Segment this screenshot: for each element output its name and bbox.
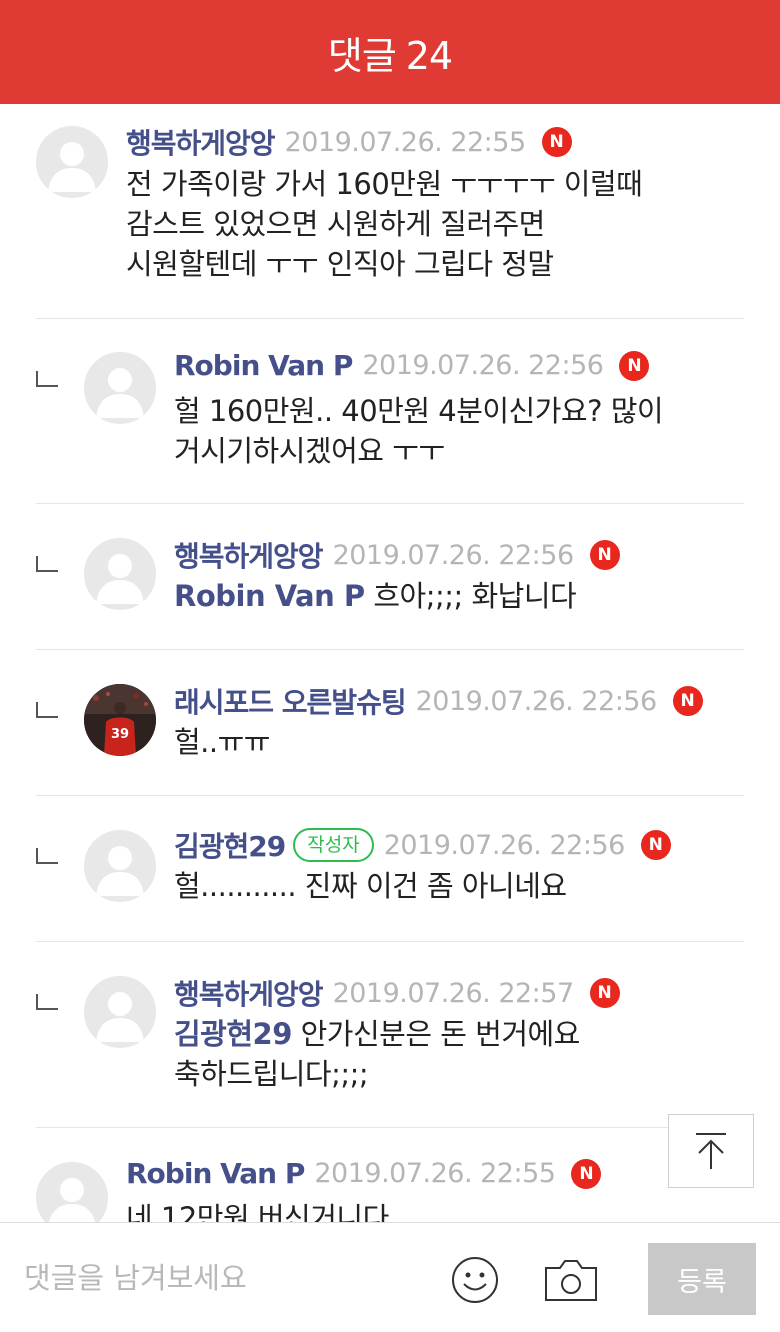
comment-text: Robin Van P 흐아;;;; 화납니다 <box>174 576 577 616</box>
comment-date: 2019.07.26. 22:55 <box>284 126 527 158</box>
emoji-button[interactable] <box>450 1255 500 1305</box>
comment-date: 2019.07.26. 22:55 <box>314 1158 556 1189</box>
reply-item: 행복하게앙앙 2019.07.26. 22:56 N Robin Van P 흐… <box>36 504 744 650</box>
default-avatar-icon <box>84 538 156 610</box>
avatar[interactable]: 39 <box>84 684 156 756</box>
comment-line: 헐 160만원.. 40만원 4분이신가요? 많이 <box>174 394 664 428</box>
comment-meta: 행복하게앙앙 2019.07.26. 22:56 N <box>174 535 620 575</box>
comment-author[interactable]: 래시포드 오른발슈팅 <box>174 681 407 721</box>
comment-date: 2019.07.26. 22:57 <box>332 977 575 1009</box>
comment-author[interactable]: 행복하게앙앙 <box>174 973 324 1013</box>
submit-button[interactable]: 등록 <box>648 1243 756 1315</box>
avatar[interactable] <box>84 538 156 610</box>
header-bar: 댓글 24 <box>0 0 780 104</box>
default-avatar-icon <box>36 126 108 198</box>
comment-date: 2019.07.26. 22:56 <box>415 685 658 717</box>
smiley-icon <box>452 1257 498 1303</box>
comment-date: 2019.07.26. 22:56 <box>383 829 626 861</box>
new-badge: N <box>541 127 572 157</box>
comment-item: Robin Van P 2019.07.26. 22:55 N 네 12만원 버… <box>36 1128 744 1222</box>
comment-author[interactable]: Robin Van P <box>126 1157 305 1190</box>
comment-author[interactable]: 김광현29 <box>174 825 286 865</box>
comment-line: 네 12만원 버신거니다 <box>126 1201 389 1222</box>
comment-line: 축하드립니다;;;; <box>174 1057 369 1091</box>
comment-text: 헐..ㅠㅠ <box>174 722 270 762</box>
comment-meta: 행복하게앙앙 2019.07.26. 22:57 N <box>174 973 620 1013</box>
comment-text: 헐 160만원.. 40만원 4분이신가요? 많이 거시기하시겠어요 ㅜㅜ <box>174 391 664 471</box>
comment-date: 2019.07.26. 22:56 <box>362 350 604 381</box>
comment-line: 전 가족이랑 가서 160만원 ㅜㅜㅜㅜ 이럴때 <box>126 167 643 201</box>
comment-author[interactable]: 행복하게앙앙 <box>126 122 276 162</box>
new-badge: N <box>640 830 671 860</box>
comment-author[interactable]: 행복하게앙앙 <box>174 535 324 575</box>
new-badge: N <box>672 686 703 716</box>
default-avatar-icon <box>36 1162 108 1222</box>
avatar[interactable] <box>36 1162 108 1222</box>
comment-input[interactable] <box>24 1253 424 1303</box>
reply-indicator-icon <box>36 994 58 1010</box>
new-badge: N <box>589 978 620 1008</box>
camera-button[interactable] <box>543 1256 599 1304</box>
comment-meta: 김광현29 작성자 2019.07.26. 22:56 N <box>174 825 671 865</box>
comment-line: 감스트 있었으면 시원하게 질러주면 <box>126 207 545 241</box>
comment-meta: 행복하게앙앙 2019.07.26. 22:55 N <box>126 122 572 162</box>
avatar[interactable] <box>84 352 156 424</box>
author-badge: 작성자 <box>293 828 374 862</box>
page-title: 댓글 24 <box>327 25 453 80</box>
new-badge: N <box>619 350 650 381</box>
reply-item: Robin Van P 2019.07.26. 22:56 N 헐 160만원.… <box>36 319 744 504</box>
new-badge: N <box>571 1158 602 1189</box>
reply-indicator-icon <box>36 848 58 864</box>
comment-date: 2019.07.26. 22:56 <box>332 539 575 571</box>
player-photo-avatar: 39 <box>84 684 156 756</box>
comment-list[interactable]: 행복하게앙앙 2019.07.26. 22:55 N 전 가족이랑 가서 160… <box>0 104 780 1222</box>
comment-count: 24 <box>405 33 453 78</box>
comment-meta: Robin Van P 2019.07.26. 22:56 N <box>174 349 650 382</box>
comment-item: 행복하게앙앙 2019.07.26. 22:55 N 전 가족이랑 가서 160… <box>36 104 744 319</box>
comment-text: 네 12만원 버신거니다 <box>126 1198 389 1222</box>
comment-line: 거시기하시겠어요 ㅜㅜ <box>174 434 445 468</box>
mention-link[interactable]: Robin Van P <box>174 579 365 613</box>
avatar[interactable] <box>36 126 108 198</box>
comment-meta: 래시포드 오른발슈팅 2019.07.26. 22:56 N <box>174 681 703 721</box>
default-avatar-icon <box>84 976 156 1048</box>
default-avatar-icon <box>84 352 156 424</box>
comment-line: 흐아;;;; 화납니다 <box>364 579 577 613</box>
comment-compose-bar: 등록 <box>0 1222 780 1332</box>
reply-indicator-icon <box>36 556 58 572</box>
comment-line: 헐........... 진짜 이건 좀 아니네요 <box>174 869 567 903</box>
comment-author[interactable]: Robin Van P <box>174 349 353 382</box>
reply-item: 행복하게앙앙 2019.07.26. 22:57 N 김광현29 안가신분은 돈… <box>36 942 744 1128</box>
avatar[interactable] <box>84 830 156 902</box>
comment-text: 전 가족이랑 가서 160만원 ㅜㅜㅜㅜ 이럴때 감스트 있었으면 시원하게 질… <box>126 164 643 284</box>
mention-link[interactable]: 김광현29 <box>174 1017 292 1051</box>
arrow-up-to-top-icon <box>696 1133 726 1169</box>
reply-indicator-icon <box>36 702 58 718</box>
reply-item: 39 래시포드 오른발슈팅 2019.07.26. 22:56 N 헐..ㅠㅠ <box>36 650 744 796</box>
reply-indicator-icon <box>36 371 58 387</box>
new-badge: N <box>589 540 620 570</box>
scroll-to-top-button[interactable] <box>668 1114 754 1188</box>
comment-line: 헐..ㅠㅠ <box>174 725 270 759</box>
default-avatar-icon <box>84 830 156 902</box>
jersey-number: 39 <box>111 727 129 742</box>
comment-text: 김광현29 안가신분은 돈 번거에요 축하드립니다;;;; <box>174 1014 580 1094</box>
comment-line: 안가신분은 돈 번거에요 <box>291 1017 581 1051</box>
avatar[interactable] <box>84 976 156 1048</box>
comment-text: 헐........... 진짜 이건 좀 아니네요 <box>174 866 567 906</box>
reply-item: 김광현29 작성자 2019.07.26. 22:56 N 헐.........… <box>36 796 744 942</box>
camera-icon <box>545 1260 597 1301</box>
comment-line: 시원할텐데 ㅜㅜ 인직아 그립다 정말 <box>126 247 554 281</box>
page-title-label: 댓글 <box>327 33 397 78</box>
comment-meta: Robin Van P 2019.07.26. 22:55 N <box>126 1157 602 1190</box>
